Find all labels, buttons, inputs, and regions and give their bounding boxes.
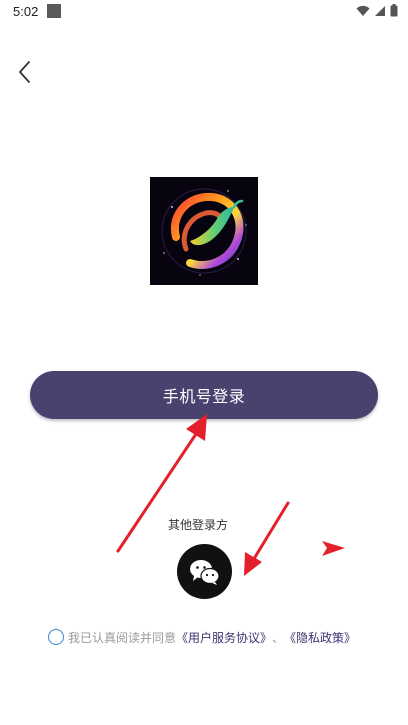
wechat-icon	[189, 559, 220, 585]
annotation-arrow-2	[244, 501, 290, 576]
user-agreement-link[interactable]: 《用户服务协议》	[176, 629, 272, 646]
notification-icon	[47, 4, 61, 18]
agreement-row: 我已认真阅读并同意 《用户服务协议》 、 《隐私政策》	[48, 627, 356, 647]
privacy-policy-link[interactable]: 《隐私政策》	[284, 629, 356, 646]
annotation-overlay	[116, 414, 345, 576]
chili-pepper-swirl-logo	[161, 188, 247, 276]
app-logo	[150, 177, 258, 285]
agreement-checkbox[interactable]	[48, 629, 64, 645]
status-bar: 5:02	[0, 0, 408, 26]
other-login-label: 其他登录方	[167, 518, 228, 532]
wifi-icon	[356, 5, 370, 16]
agreement-prefix: 我已认真阅读并同意	[68, 630, 177, 645]
status-icons	[356, 4, 398, 17]
annotation-arrow-3	[322, 541, 345, 556]
chevron-left-icon	[19, 61, 30, 83]
battery-icon	[390, 4, 398, 17]
agreement-separator: 、	[272, 630, 285, 645]
status-time: 5:02	[13, 4, 39, 19]
phone-login-button[interactable]: 手机号登录	[30, 371, 378, 419]
back-button[interactable]	[14, 58, 38, 86]
wechat-login-button[interactable]	[177, 544, 232, 599]
signal-icon	[375, 5, 385, 16]
